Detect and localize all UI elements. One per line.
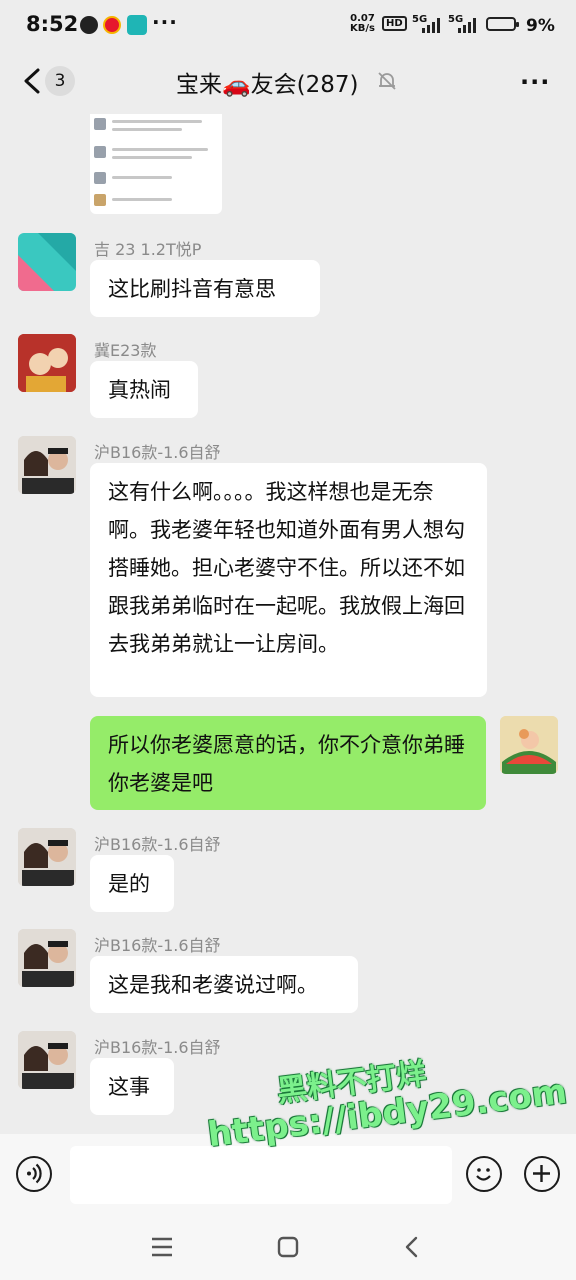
tiktok-notification-icon <box>80 16 98 34</box>
message-bubble[interactable]: 这有什么啊。。。。我这样想也是无奈啊。我老婆年轻也知道外面有男人想勾搭睡她。担心… <box>90 463 487 697</box>
message-bubble[interactable]: 这比刷抖音有意思 <box>90 260 320 317</box>
smiley-icon <box>476 1168 491 1181</box>
voice-icon <box>27 1163 42 1184</box>
more-notifications-icon: ··· <box>152 10 178 34</box>
signal-bars-icon <box>422 18 440 33</box>
emoji-button[interactable] <box>466 1156 502 1192</box>
message-bubble[interactable]: 这是我和老婆说过啊。 <box>90 956 358 1013</box>
status-time: 8:52 <box>26 12 79 36</box>
hd-voice-icon: HD <box>382 16 407 31</box>
plus-icon <box>533 1165 550 1182</box>
unread-count-badge[interactable]: 3 <box>45 66 75 96</box>
my-message-bubble[interactable]: 所以你老婆愿意的话，你不介意你弟睡你老婆是吧 <box>90 716 486 810</box>
status-bar: 8:52 ··· 0.07 KB/s HD 5G 5G 9% <box>0 0 576 52</box>
more-options-button[interactable]: ··· <box>520 68 550 96</box>
battery-percent: 9% <box>526 16 555 36</box>
message-bubble[interactable]: 这事 <box>90 1058 174 1115</box>
sender-name: 沪B16款-1.6自舒 <box>94 443 221 462</box>
sender-name: 沪B16款-1.6自舒 <box>94 936 221 955</box>
muted-bell-icon <box>378 72 396 90</box>
avatar[interactable] <box>18 233 76 291</box>
message-bubble[interactable]: 真热闹 <box>90 361 198 418</box>
more-functions-button[interactable] <box>524 1156 560 1192</box>
avatar[interactable] <box>18 1031 76 1089</box>
avatar[interactable] <box>18 929 76 987</box>
sender-name: 冀E23款 <box>94 341 157 360</box>
voice-input-button[interactable] <box>16 1156 52 1192</box>
weibo-notification-icon <box>103 16 121 34</box>
sender-name: 沪B16款-1.6自舒 <box>94 1038 221 1057</box>
battery-icon <box>486 17 519 31</box>
avatar[interactable] <box>18 828 76 886</box>
my-avatar[interactable] <box>500 716 558 774</box>
signal-bars-icon <box>458 18 476 33</box>
system-navigation-bar <box>0 1216 576 1280</box>
chat-title: 宝来🚗友会(287) <box>176 72 359 98</box>
recent-apps-icon[interactable] <box>150 1236 174 1258</box>
boss-app-notification-icon <box>127 15 147 35</box>
message-bubble[interactable]: 是的 <box>90 855 174 912</box>
sender-name: 吉 23 1.2T悦P <box>94 240 202 259</box>
back-nav-icon[interactable] <box>402 1236 422 1258</box>
network-speed: 0.07 KB/s <box>350 13 375 34</box>
chat-header: 3 宝来🚗友会(287) ··· <box>0 52 576 112</box>
forwarded-chat-record-card[interactable] <box>90 114 222 214</box>
avatar[interactable] <box>18 436 76 494</box>
sender-name: 沪B16款-1.6自舒 <box>94 835 221 854</box>
home-icon[interactable] <box>276 1236 300 1258</box>
back-arrow-icon[interactable] <box>20 66 48 96</box>
avatar[interactable] <box>18 334 76 392</box>
